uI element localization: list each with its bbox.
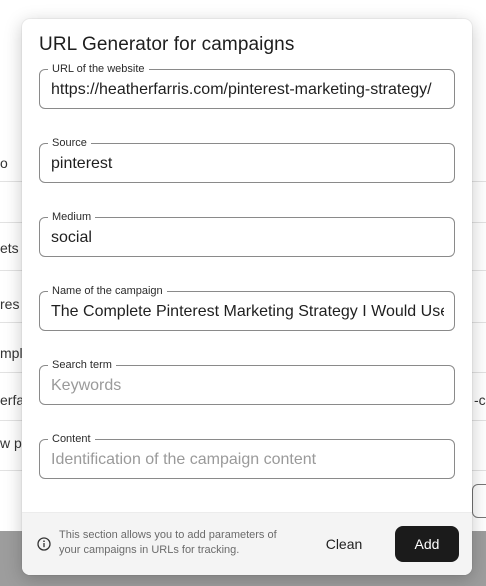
- add-button[interactable]: Add: [395, 526, 459, 562]
- source-input[interactable]: pinterest: [51, 154, 444, 174]
- bg-calendar-button[interactable]: [472, 484, 486, 518]
- content-input[interactable]: Identification of the campaign content: [51, 450, 444, 470]
- source-field[interactable]: Source pinterest: [39, 136, 455, 183]
- url-generator-dialog: URL Generator for campaigns URL of the w…: [22, 19, 472, 575]
- search-term-field[interactable]: Search term Keywords: [39, 358, 455, 405]
- dialog-footer: This section allows you to add parameter…: [22, 512, 472, 575]
- medium-input[interactable]: social: [51, 228, 444, 248]
- field-label: Search term: [48, 358, 116, 372]
- field-label: Medium: [48, 210, 96, 224]
- bg-text: res: [0, 296, 20, 312]
- search-term-input[interactable]: Keywords: [51, 376, 444, 396]
- bg-text: o: [0, 155, 8, 171]
- website-url-field[interactable]: URL of the website https://heatherfarris…: [39, 62, 455, 109]
- field-label: Content: [48, 432, 95, 446]
- content-field[interactable]: Content Identification of the campaign c…: [39, 432, 455, 479]
- campaign-name-input[interactable]: The Complete Pinterest Marketing Strateg…: [51, 302, 444, 322]
- dialog-title: URL Generator for campaigns: [39, 34, 295, 55]
- website-url-input[interactable]: https://heatherfarris.com/pinterest-mark…: [51, 80, 444, 100]
- bg-text: -c: [474, 392, 486, 408]
- bg-text: w p: [0, 435, 22, 451]
- field-label: URL of the website: [48, 62, 149, 76]
- medium-field[interactable]: Medium social: [39, 210, 455, 257]
- bg-text: erfa: [0, 392, 25, 408]
- info-icon: [37, 537, 51, 551]
- campaign-name-field[interactable]: Name of the campaign The Complete Pinter…: [39, 284, 455, 331]
- field-label: Source: [48, 136, 91, 150]
- field-label: Name of the campaign: [48, 284, 167, 298]
- footer-help-text: This section allows you to add parameter…: [59, 529, 277, 556]
- bg-text: ets: [0, 240, 19, 256]
- clean-button[interactable]: Clean: [309, 526, 379, 562]
